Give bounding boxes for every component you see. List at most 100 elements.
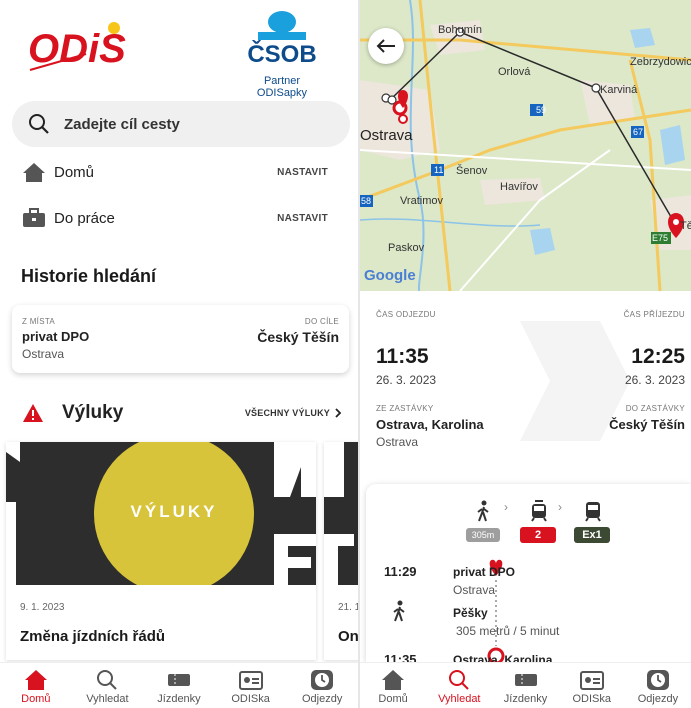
news-date: 9. 1. 2023 — [20, 602, 65, 613]
arrival-label: ČAS PŘÍJEZDU — [623, 310, 685, 319]
nav-departures[interactable]: Odjezdy — [287, 663, 357, 708]
card-icon — [238, 671, 263, 690]
map-label: Těšín — [680, 220, 691, 232]
bottom-nav: Domů Vyhledat Jízdenky ODISka Odjezdy — [0, 662, 358, 708]
bottom-nav: Domů Vyhledat Jízdenky ODISka Odjezdy — [360, 662, 691, 708]
step-time: 11:29 — [384, 564, 417, 579]
news-title-2: On — [338, 628, 358, 645]
departure-date: 26. 3. 2023 — [376, 373, 437, 387]
step-sub: 305 metrů / 5 minut — [456, 624, 560, 638]
search-icon — [97, 670, 118, 690]
map-label: Karviná — [600, 84, 638, 96]
map-label: Orlová — [498, 66, 531, 78]
departure-time: 11:35 — [376, 345, 429, 368]
walk-icon — [477, 500, 489, 522]
road-number: 67 — [633, 127, 644, 137]
walk-distance-badge: 305m — [466, 528, 500, 542]
search-icon — [29, 114, 49, 134]
from-stop-label: ZE ZASTÁVKY — [376, 404, 434, 413]
place-row-home[interactable]: Domů NASTAVIT — [22, 156, 328, 188]
outages-header: Výluky VŠECHNY VÝLUKY — [22, 398, 342, 428]
map-label: Paskov — [388, 242, 425, 254]
csob-logo-text: ČSOB — [247, 40, 316, 68]
place-label-home: Domů — [54, 163, 95, 181]
ticket-icon — [167, 674, 190, 686]
ticket-icon — [514, 674, 537, 686]
home-icon — [24, 670, 47, 690]
clock-icon — [646, 670, 669, 690]
road-number: 58 — [361, 196, 372, 206]
from-stop: Ostrava, Karolina — [376, 417, 484, 432]
nav-label: Domů — [21, 693, 51, 705]
from-name: privat DPO — [22, 329, 90, 344]
home-screen: ODiS ČSOB Partner ODISapky Zadejte cíl c… — [0, 0, 358, 708]
step-sub: Ostrava — [453, 583, 496, 597]
nav-home[interactable]: Domů — [1, 663, 71, 708]
connection-card[interactable]: › › 305m 2 Ex1 11:29 privat DPO Ostrava … — [366, 484, 691, 662]
history-title: Historie hledání — [21, 266, 157, 286]
nav-home[interactable]: Domů — [360, 663, 426, 708]
csob-logo: ČSOB Partner ODISapky — [242, 10, 322, 99]
tram-line-badge: 2 — [520, 527, 556, 543]
news-image: VÝLUKY — [6, 442, 316, 585]
outages-title: Výluky — [62, 402, 124, 423]
news-image-text: VÝLUKY — [130, 502, 218, 521]
nav-odiska[interactable]: ODISka — [216, 663, 286, 708]
road-number: E75 — [652, 233, 669, 243]
step-time: 11:35 — [384, 652, 417, 662]
nav-label: Jízdenky — [503, 693, 548, 705]
card-icon — [579, 671, 604, 690]
nav-search[interactable]: Vyhledat — [426, 663, 492, 708]
house-icon — [23, 163, 45, 182]
step-name: Ostrava, Karolina — [453, 653, 553, 662]
nav-label: ODISka — [572, 693, 611, 705]
search-input[interactable]: Zadejte cíl cesty — [12, 101, 350, 147]
news-card-1[interactable]: VÝLUKY 9. 1. 2023 Změna jízdních řádů — [6, 442, 316, 660]
map-label: Bohumín — [438, 24, 483, 36]
nav-search[interactable]: Vyhledat — [72, 663, 142, 708]
header: ODiS ČSOB Partner ODISapky — [0, 0, 358, 99]
arrow-left-icon — [376, 39, 395, 53]
to-label: DO CÍLE — [304, 317, 339, 326]
arrival-time: 12:25 — [631, 345, 685, 368]
road-number: 11 — [434, 165, 444, 175]
from-stop-city: Ostrava — [376, 435, 419, 449]
tram-icon — [531, 500, 547, 522]
to-name: Český Těšín — [257, 329, 339, 345]
nav-label: Odjezdy — [637, 693, 679, 705]
nav-tickets[interactable]: Jízdenky — [144, 663, 214, 708]
news-card-2[interactable]: 21. 1 On — [324, 442, 358, 660]
odis-logo-text: ODiS — [28, 27, 126, 71]
back-button[interactable] — [368, 28, 404, 64]
train-icon — [585, 502, 601, 522]
transport-legs: › › 305m 2 Ex1 — [458, 498, 688, 558]
chevron-right-icon — [335, 408, 342, 418]
set-home-button[interactable]: NASTAVIT — [277, 167, 328, 178]
news-date-2: 21. 1 — [338, 602, 358, 613]
chevron-right-icon: › — [504, 500, 508, 514]
news-image-2 — [324, 442, 358, 585]
news-title: Změna jízdních řádů — [20, 628, 166, 645]
nav-odiska[interactable]: ODISka — [559, 663, 625, 708]
place-label-work: Do práce — [54, 209, 115, 227]
all-outages-label: VŠECHNY VÝLUKY — [244, 408, 330, 418]
place-row-work[interactable]: Do práce NASTAVIT — [22, 202, 328, 234]
to-stop-label: DO ZASTÁVKY — [625, 404, 685, 413]
clock-icon — [311, 670, 334, 690]
chevron-right-icon: › — [558, 500, 562, 514]
odis-logo: ODiS — [26, 18, 138, 74]
briefcase-icon — [23, 208, 45, 227]
nav-label: ODISka — [231, 693, 270, 705]
route-map[interactable]: 59 11 58 67 E75 Bohumín Orlová Karviná Z… — [360, 0, 691, 291]
history-card[interactable]: Z MÍSTA privat DPO Ostrava DO CÍLE Český… — [12, 305, 349, 373]
all-outages-link[interactable]: VŠECHNY VÝLUKY — [245, 408, 342, 418]
search-placeholder: Zadejte cíl cesty — [64, 115, 180, 133]
search-icon — [449, 670, 470, 690]
nav-label: Vyhledat — [86, 693, 129, 705]
departure-label: ČAS ODJEZDU — [376, 310, 436, 319]
nav-label: Odjezdy — [301, 693, 343, 705]
nav-departures[interactable]: Odjezdy — [625, 663, 691, 708]
nav-tickets[interactable]: Jízdenky — [492, 663, 558, 708]
set-work-button[interactable]: NASTAVIT — [277, 213, 328, 224]
train-line-badge: Ex1 — [574, 527, 610, 543]
